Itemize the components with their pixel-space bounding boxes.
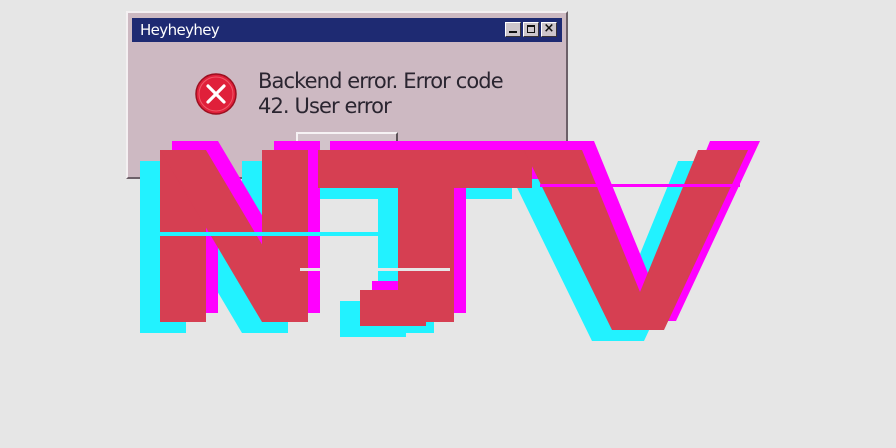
glitch-slice bbox=[140, 232, 380, 236]
glitch-logo bbox=[140, 141, 760, 341]
glitch-slice bbox=[300, 268, 450, 271]
glitch-slice bbox=[540, 184, 740, 187]
